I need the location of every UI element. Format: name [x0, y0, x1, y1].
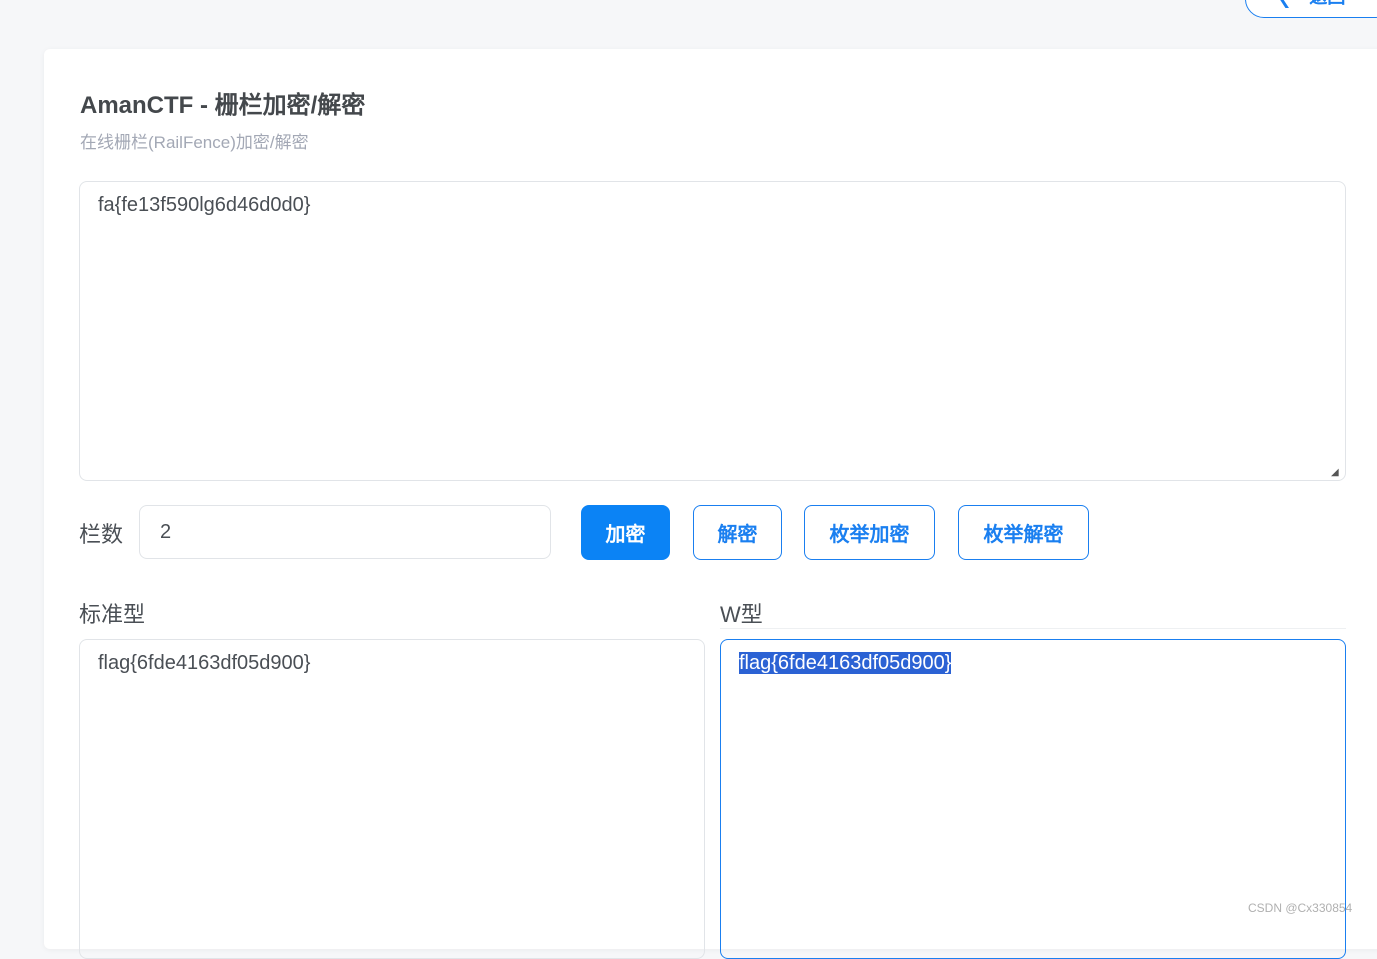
- main-card: AmanCTF - 栅栏加密/解密 在线栅栏(RailFence)加密/解密 f…: [44, 49, 1377, 959]
- rails-label: 栏数: [79, 522, 124, 547]
- w-output-text: flag{6fde4163df05d900}: [739, 652, 952, 674]
- divider: [720, 628, 1346, 629]
- standard-output-text: flag{6fde4163df05d900}: [98, 652, 311, 674]
- back-button[interactable]: ❮ 返回: [1245, 0, 1377, 18]
- back-button-label: 返回: [1309, 0, 1345, 9]
- enum-encrypt-button[interactable]: 枚举加密: [804, 505, 935, 560]
- chevron-left-icon: ❮: [1278, 0, 1291, 9]
- w-type-label: W型: [720, 602, 763, 627]
- input-textarea[interactable]: fa{fe13f590lg6d46d0d0}: [79, 181, 1346, 481]
- page-subtitle: 在线栅栏(RailFence)加密/解密: [80, 133, 309, 152]
- page-title: AmanCTF - 栅栏加密/解密: [80, 92, 366, 119]
- enum-decrypt-button[interactable]: 枚举解密: [958, 505, 1089, 560]
- standard-type-label: 标准型: [79, 602, 146, 627]
- encrypt-button[interactable]: 加密: [581, 505, 670, 560]
- resize-handle-icon[interactable]: ◢: [1331, 467, 1343, 479]
- standard-output[interactable]: flag{6fde4163df05d900}: [79, 639, 705, 959]
- watermark: CSDN @Cx330854: [1248, 901, 1353, 915]
- rails-input[interactable]: [139, 505, 551, 559]
- decrypt-button[interactable]: 解密: [693, 505, 782, 560]
